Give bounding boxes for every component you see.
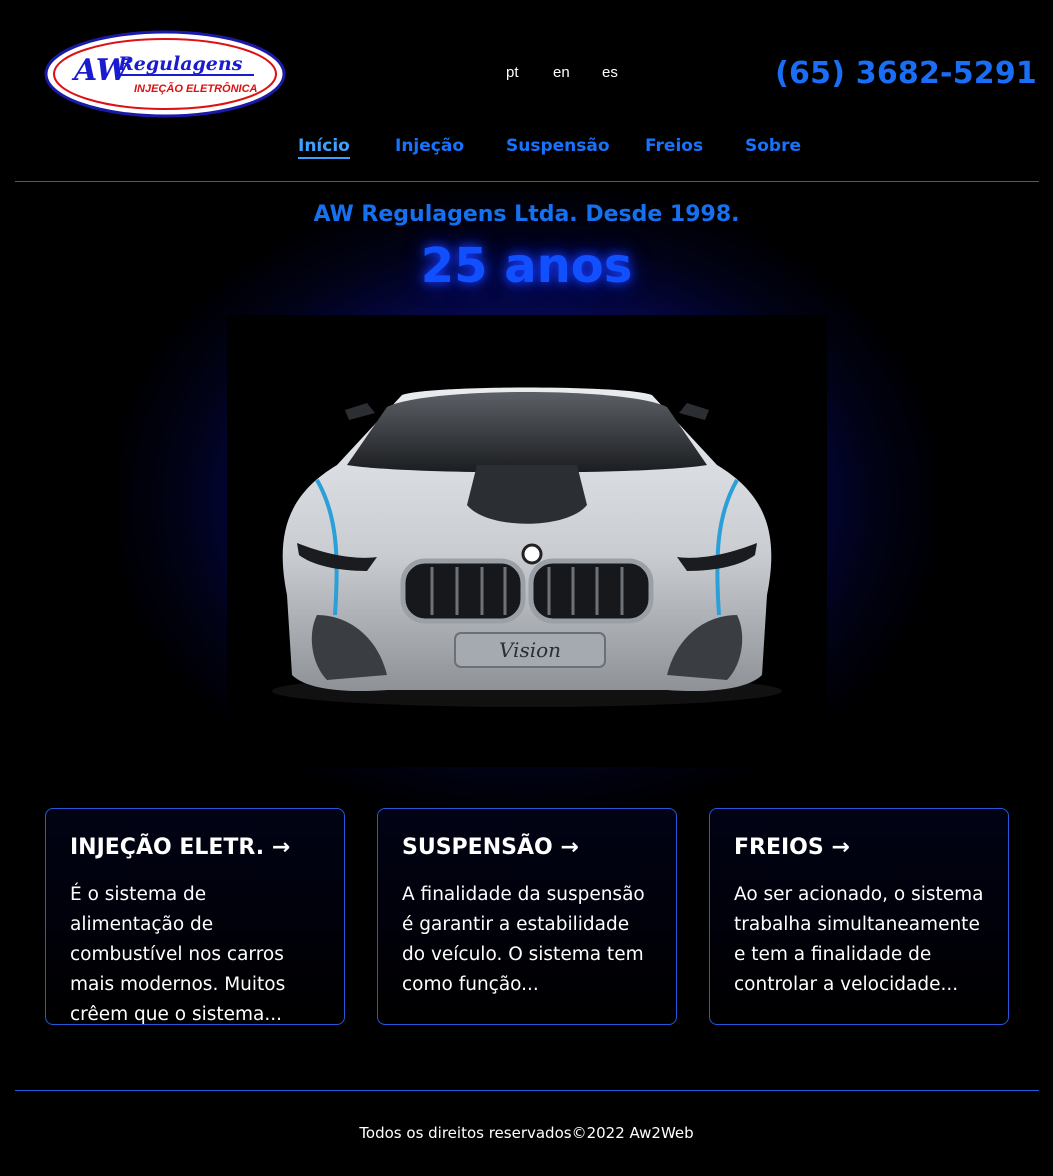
nav-item-injecao[interactable]: Injeção bbox=[395, 136, 464, 156]
hero-tagline: AW Regulagens Ltda. Desde 1998. bbox=[313, 202, 740, 227]
footer-divider bbox=[15, 1090, 1039, 1091]
svg-text:INJEÇÃO ELETRÔNICA: INJEÇÃO ELETRÔNICA bbox=[134, 82, 258, 95]
site-header: AW Regulagens INJEÇÃO ELETRÔNICA pt en e… bbox=[0, 0, 1053, 182]
card-injecao[interactable]: INJEÇÃO ELETR. → É o sistema de alimenta… bbox=[45, 808, 345, 1025]
nav-item-inicio[interactable]: Início bbox=[298, 136, 350, 159]
phone-number[interactable]: (65) 3682-5291 bbox=[775, 56, 1037, 91]
footer-copyright: Todos os direitos reservados©2022 Aw2Web bbox=[359, 1124, 694, 1142]
card-suspensao[interactable]: SUSPENSÃO → A finalidade da suspensão é … bbox=[377, 808, 677, 1025]
card-freios[interactable]: FREIOS → Ao ser acionado, o sistema trab… bbox=[709, 808, 1009, 1025]
card-text: É o sistema de alimentação de combustíve… bbox=[70, 884, 286, 1025]
nav-item-suspensao[interactable]: Suspensão bbox=[506, 136, 610, 156]
nav-item-freios[interactable]: Freios bbox=[645, 136, 703, 156]
hero-years: 25 anos bbox=[420, 238, 633, 294]
card-title: SUSPENSÃO → bbox=[402, 835, 579, 860]
language-pt[interactable]: pt bbox=[506, 64, 519, 81]
company-logo[interactable]: AW Regulagens INJEÇÃO ELETRÔNICA bbox=[44, 30, 286, 118]
main-nav: Início Injeção Suspensão Freios Sobre bbox=[0, 136, 1053, 162]
header-divider bbox=[15, 181, 1039, 182]
language-es[interactable]: es bbox=[602, 64, 618, 81]
card-title: FREIOS → bbox=[734, 835, 850, 860]
nav-item-sobre[interactable]: Sobre bbox=[745, 136, 801, 156]
card-title: INJEÇÃO ELETR. → bbox=[70, 835, 291, 860]
card-text: A finalidade da suspensão é garantir a e… bbox=[402, 884, 645, 995]
svg-text:Regulagens: Regulagens bbox=[117, 53, 243, 75]
svg-text:Vision: Vision bbox=[499, 638, 561, 662]
hero-car-image: Vision bbox=[227, 315, 827, 767]
card-text: Ao ser acionado, o sistema trabalha simu… bbox=[734, 884, 984, 995]
language-en[interactable]: en bbox=[553, 64, 570, 81]
